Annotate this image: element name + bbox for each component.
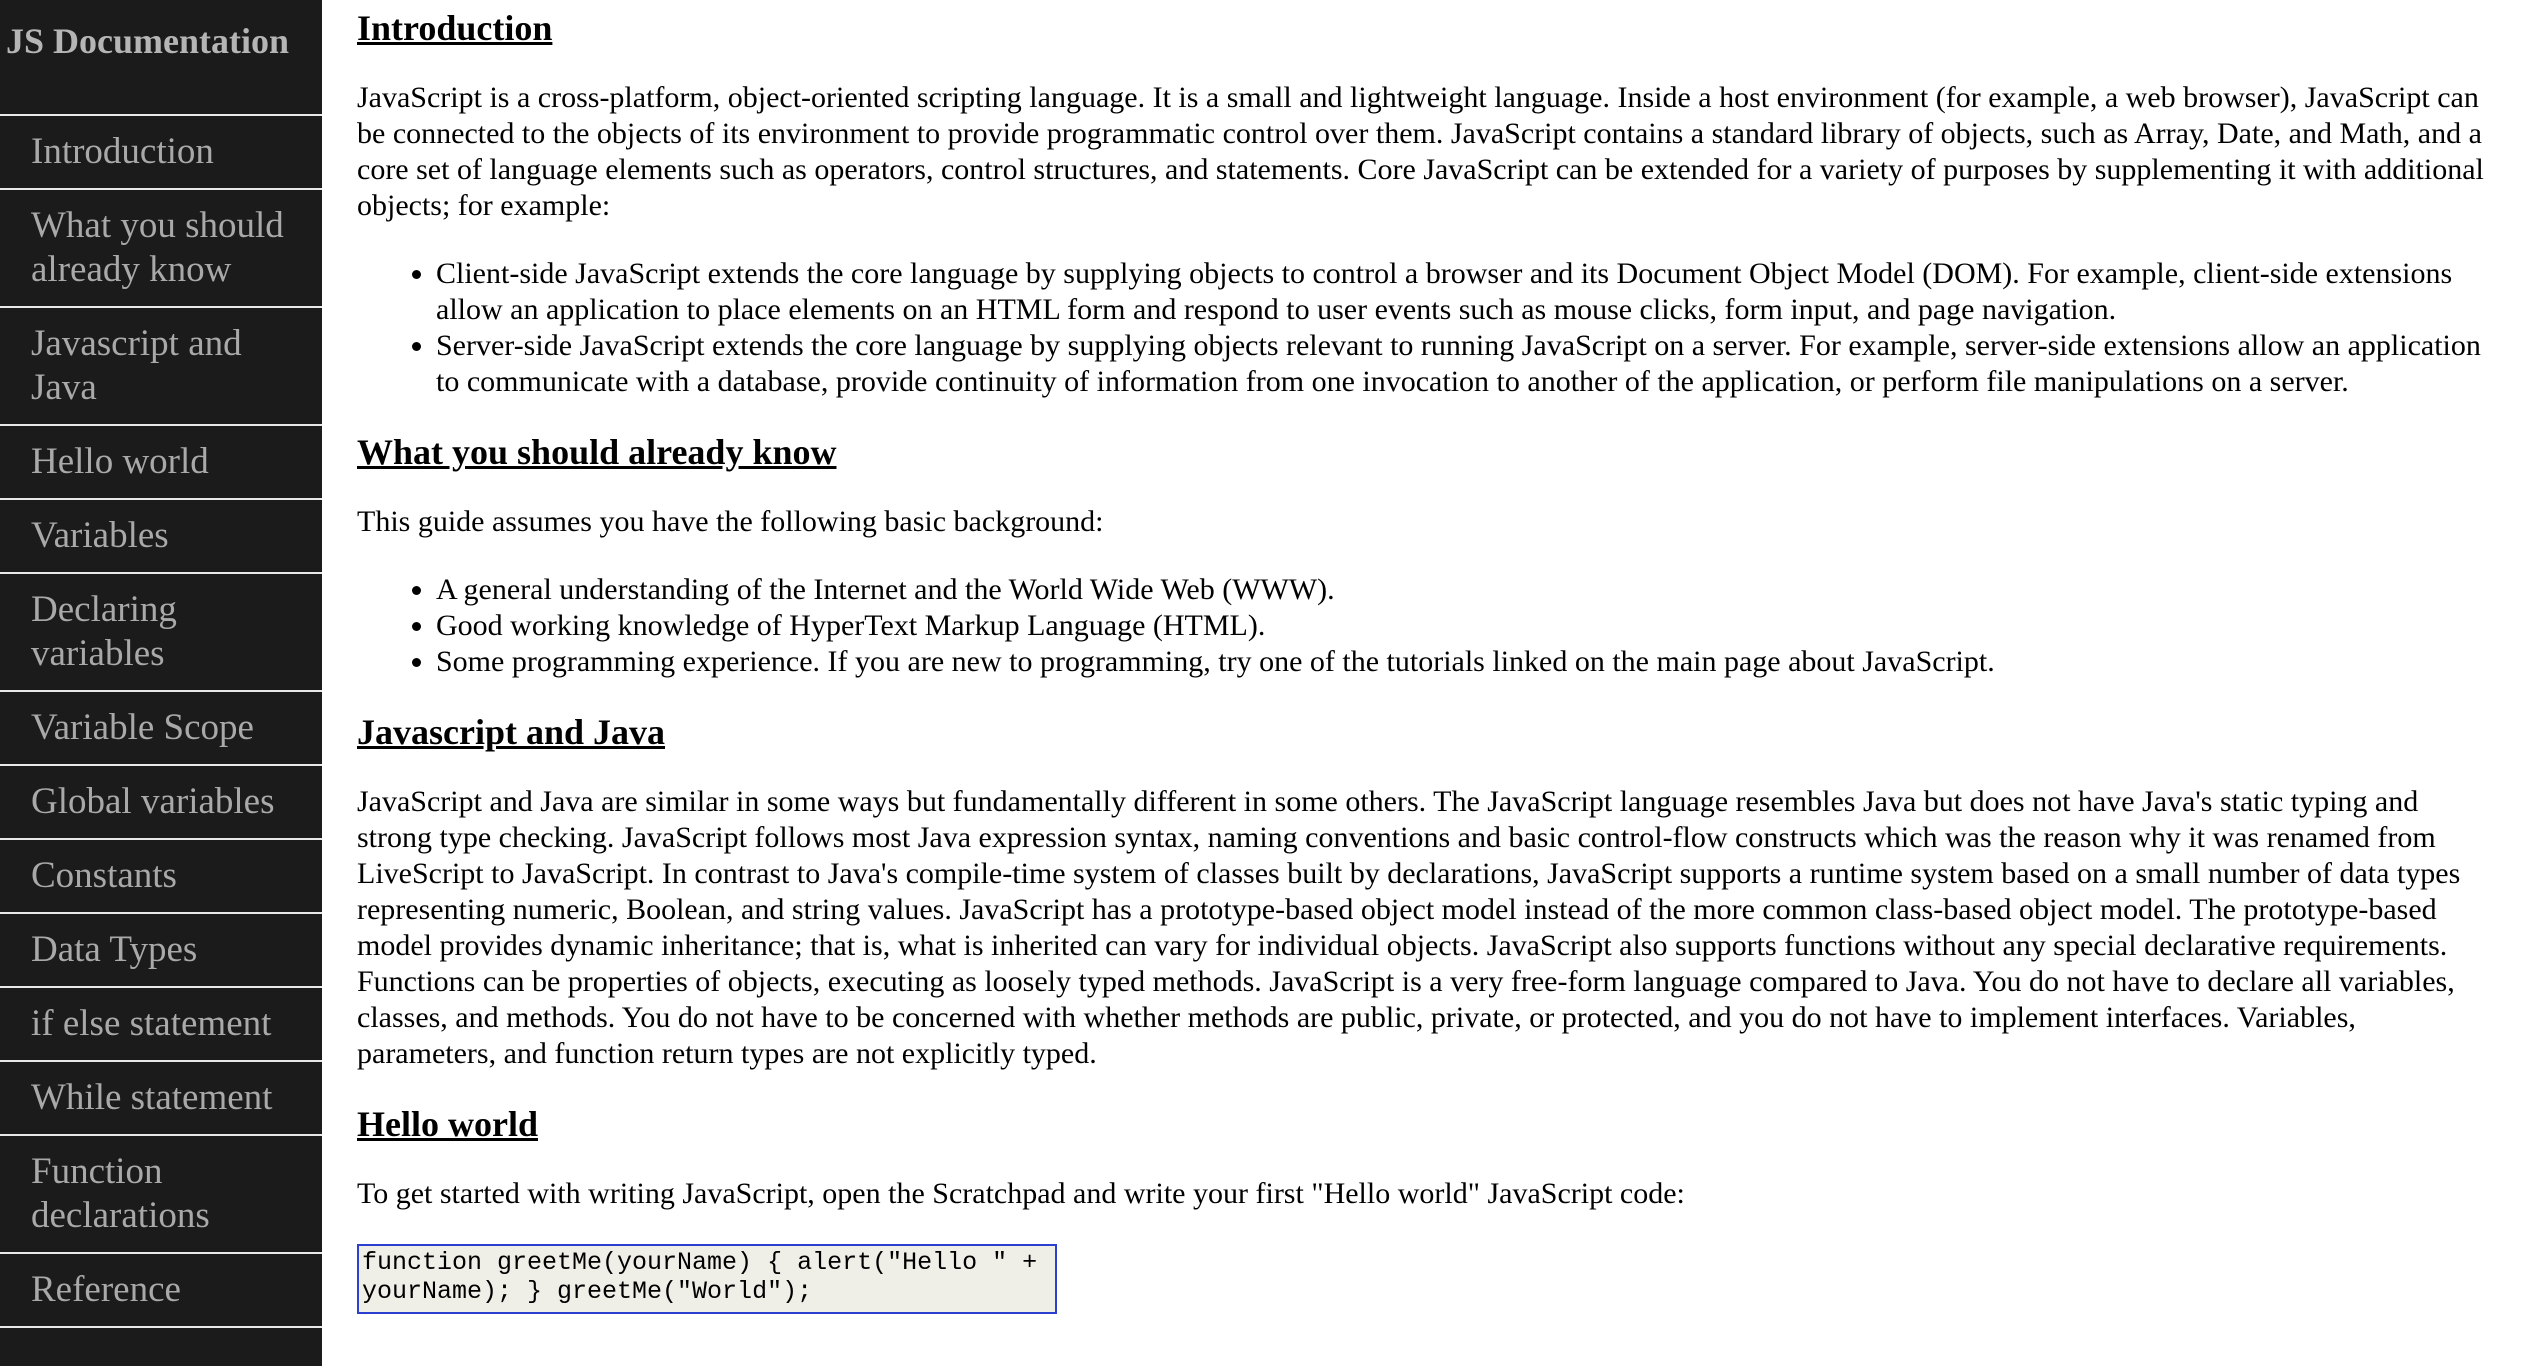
section-heading-javascript-and-java: Javascript and Java (357, 712, 666, 752)
nav-link-variables[interactable]: Variables (0, 500, 322, 574)
javascript-and-java-paragraph: JavaScript and Java are similar in some … (357, 785, 2461, 1070)
nav-link-hello-world[interactable]: Hello world (0, 426, 322, 500)
section-introduction: Introduction JavaScript is a cross-platf… (357, 8, 2497, 400)
what-you-should-know-paragraph: This guide assumes you have the followin… (357, 505, 1104, 538)
introduction-list: Client-side JavaScript extends the core … (357, 256, 2497, 400)
nav-link-function-declarations[interactable]: Function declarations (0, 1136, 322, 1254)
nav-link-constants[interactable]: Constants (0, 840, 322, 914)
section-hello-world: Hello world To get started with writing … (357, 1104, 2497, 1314)
introduction-paragraph: JavaScript is a cross-platform, object-o… (357, 81, 2484, 222)
list-item: Server-side JavaScript extends the core … (436, 328, 2497, 400)
code-block: function greetMe(yourName) { alert("Hell… (357, 1244, 1057, 1314)
main-document: Introduction JavaScript is a cross-platf… (357, 0, 2497, 1366)
list-item: Client-side JavaScript extends the core … (436, 256, 2497, 328)
nav-link-declaring-variables[interactable]: Declaring variables (0, 574, 322, 692)
nav-link-global-variables[interactable]: Global variables (0, 766, 322, 840)
nav-title: JS Documentation (0, 0, 322, 116)
section-javascript-and-java: Javascript and Java JavaScript and Java … (357, 712, 2497, 1072)
list-item: Some programming experience. If you are … (436, 644, 2497, 680)
nav-link-javascript-and-java[interactable]: Javascript and Java (0, 308, 322, 426)
sidebar-nav: JS Documentation Introduction What you s… (0, 0, 322, 1366)
what-you-should-know-list: A general understanding of the Internet … (357, 572, 2497, 680)
section-what-you-should-already-know: What you should already know This guide … (357, 432, 2497, 680)
nav-link-if-else-statement[interactable]: if else statement (0, 988, 322, 1062)
nav-link-variable-scope[interactable]: Variable Scope (0, 692, 322, 766)
section-heading-what-you-should-already-know: What you should already know (357, 432, 837, 472)
nav-link-introduction[interactable]: Introduction (0, 116, 322, 190)
nav-link-data-types[interactable]: Data Types (0, 914, 322, 988)
hello-world-paragraph: To get started with writing JavaScript, … (357, 1177, 1685, 1210)
nav-link-reference[interactable]: Reference (0, 1254, 322, 1328)
nav-link-while-statement[interactable]: While statement (0, 1062, 322, 1136)
section-heading-introduction: Introduction (357, 8, 553, 48)
nav-link-what-you-should-already-know[interactable]: What you should already know (0, 190, 322, 308)
list-item: Good working knowledge of HyperText Mark… (436, 608, 2497, 644)
list-item: A general understanding of the Internet … (436, 572, 2497, 608)
section-heading-hello-world: Hello world (357, 1104, 538, 1144)
